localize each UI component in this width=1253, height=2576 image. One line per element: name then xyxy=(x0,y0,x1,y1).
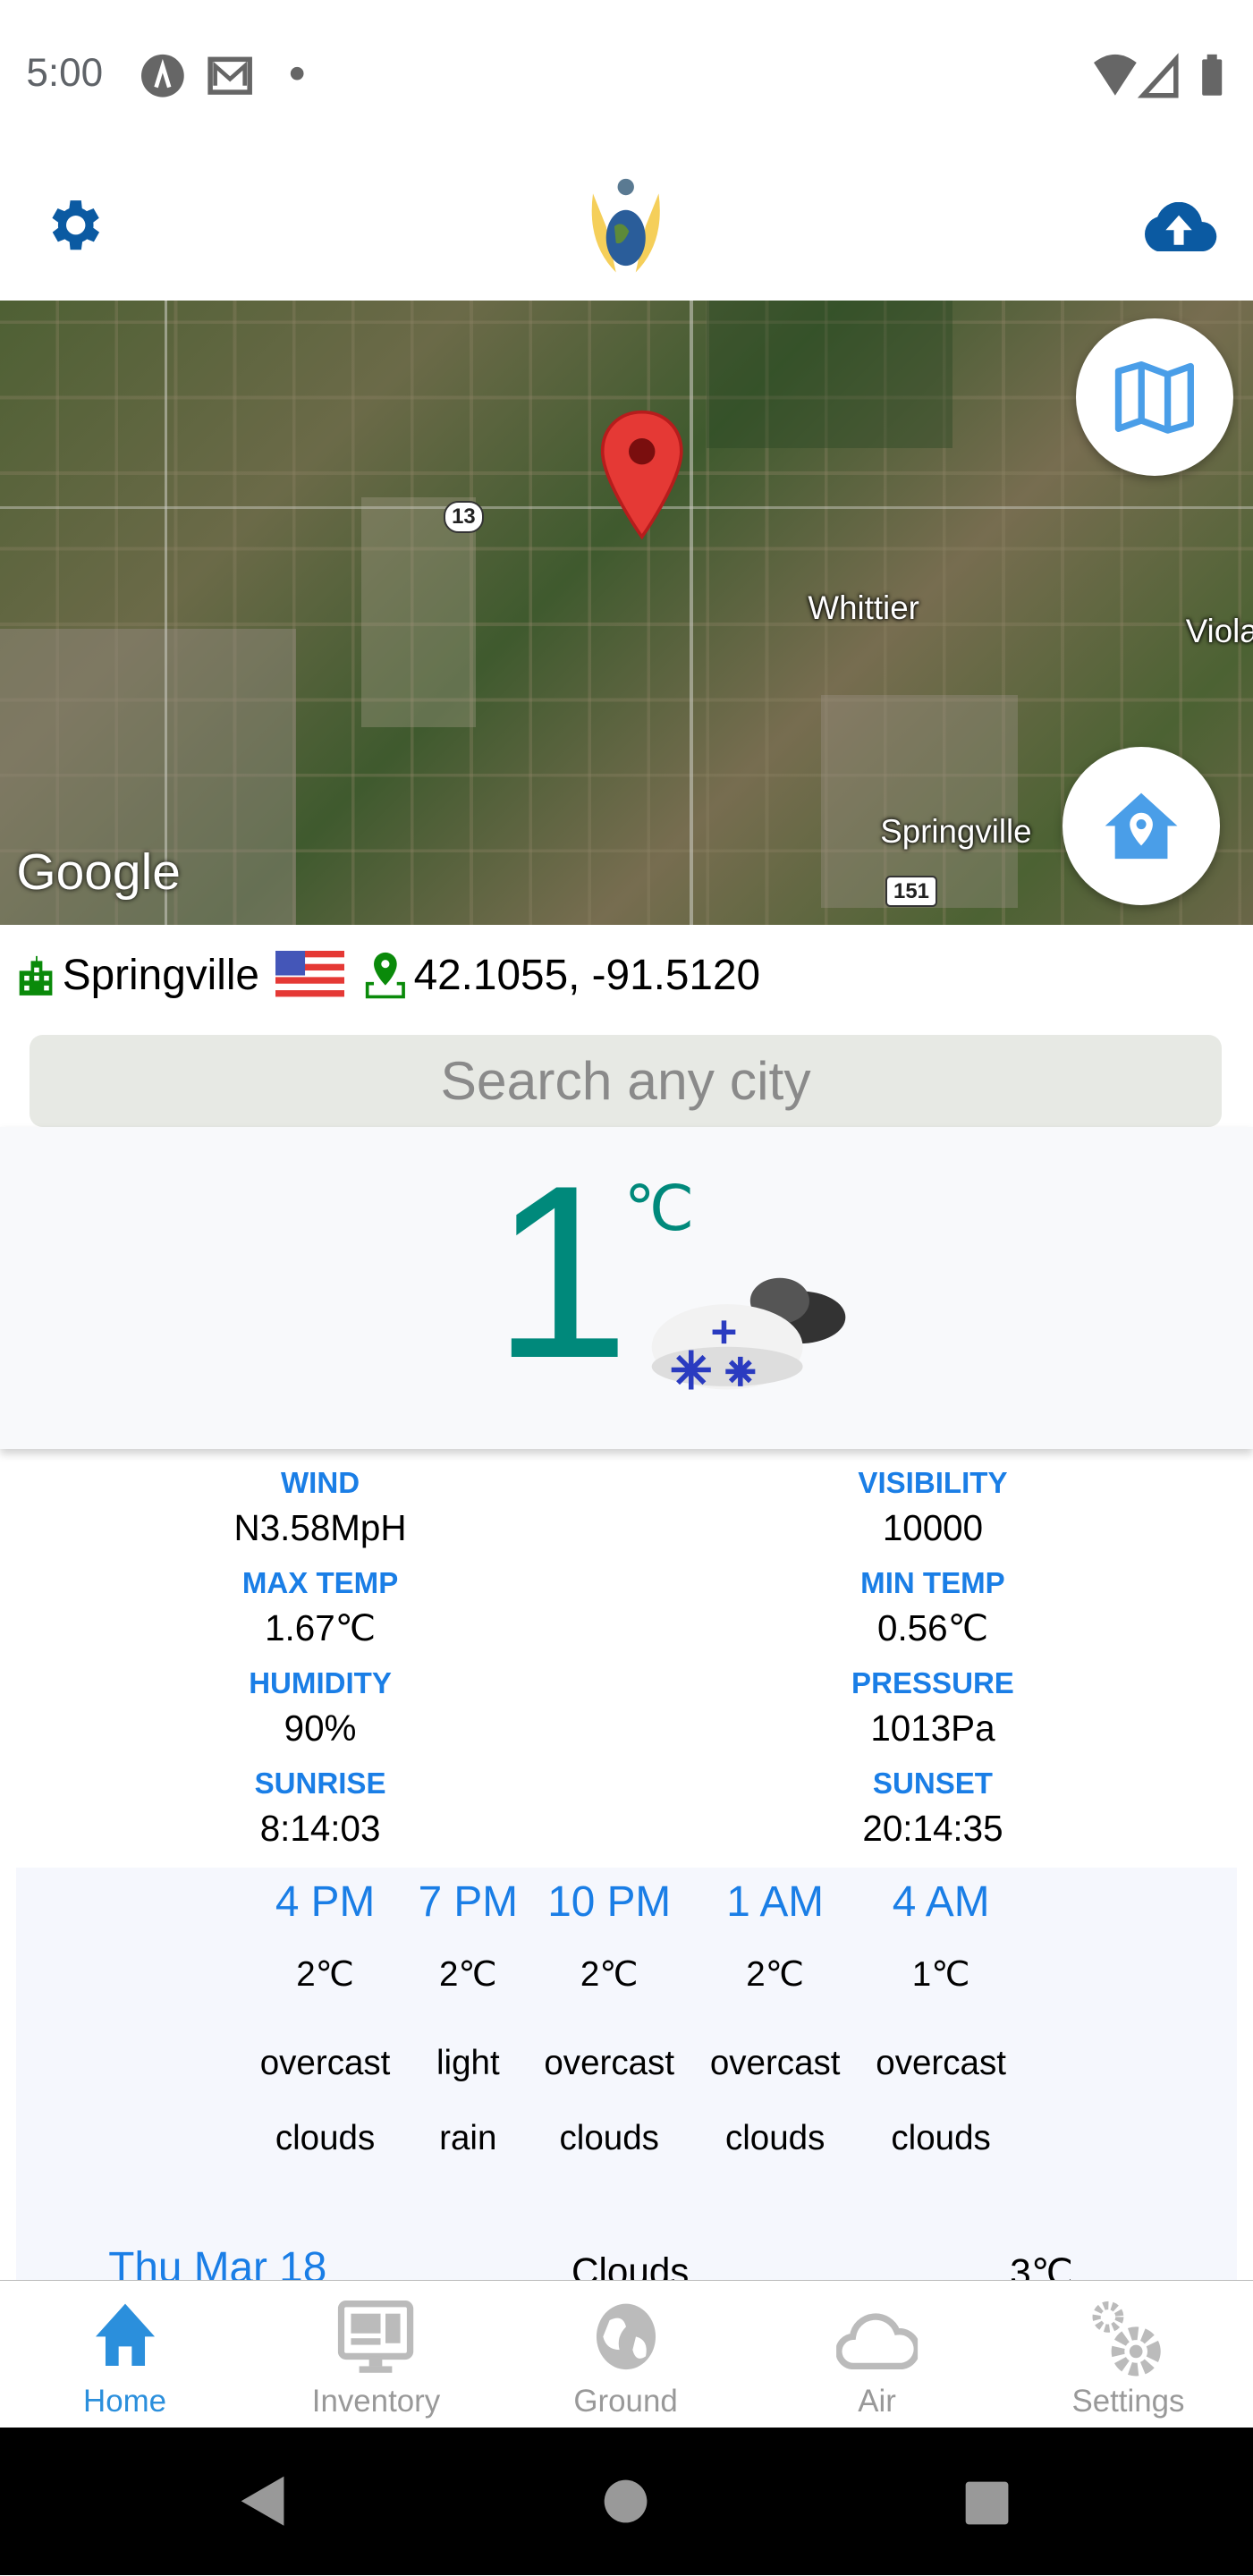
map-label-springville: Springville xyxy=(880,812,1032,850)
wifi-icon xyxy=(1093,54,1137,96)
search-placeholder: Search any city xyxy=(440,1050,811,1112)
notification-icons xyxy=(140,54,252,97)
map-pin-icon[interactable] xyxy=(599,409,684,540)
tab-inventory[interactable]: Inventory xyxy=(251,2281,501,2428)
home-location-icon xyxy=(1105,792,1178,860)
detail-wind: WIND N3.58MpH xyxy=(233,1466,407,1549)
map-label-viola: Viola xyxy=(1185,612,1253,649)
cloud-icon xyxy=(835,2313,919,2369)
my-location-button[interactable] xyxy=(1063,747,1221,905)
globe-icon xyxy=(596,2303,656,2369)
city-name: Springville xyxy=(62,952,259,1000)
road-shield-151: 151 xyxy=(885,875,938,908)
status-bar: 5:00 xyxy=(0,0,1253,148)
app-header xyxy=(0,148,1253,301)
snow-cloud-icon xyxy=(651,1277,846,1390)
system-nav-bar xyxy=(0,2427,1253,2576)
cloud-upload-icon[interactable] xyxy=(1139,201,1218,251)
status-time: 5:00 xyxy=(26,50,104,95)
battery-icon xyxy=(1202,59,1223,96)
home-icon xyxy=(95,2303,155,2367)
tab-home[interactable]: Home xyxy=(0,2281,250,2428)
detail-pressure: PRESSURE 1013Pa xyxy=(851,1666,1014,1750)
current-temperature: 1 xyxy=(492,1135,631,1411)
map-label-whittier: Whittier xyxy=(808,589,919,627)
map-icon xyxy=(1114,360,1194,434)
hourly-item: 7 PM 2℃ light rain xyxy=(418,1877,519,2158)
gears-icon xyxy=(1092,2301,1162,2377)
tab-air[interactable]: Air xyxy=(752,2281,1002,2428)
tab-settings[interactable]: Settings xyxy=(1003,2281,1253,2428)
city-icon xyxy=(20,955,53,996)
monitor-icon xyxy=(338,2300,414,2373)
temperature-unit: ℃ xyxy=(623,1174,695,1244)
detail-min-temp: MIN TEMP 0.56℃ xyxy=(860,1566,1005,1649)
location-pin-icon xyxy=(366,952,406,999)
hourly-item: 1 AM 2℃ overcast clouds xyxy=(709,1877,841,2158)
map-view[interactable]: 13 Whittier Viola Springville 151 Google xyxy=(0,301,1253,925)
city-search-input[interactable]: Search any city xyxy=(30,1034,1223,1127)
us-flag-icon xyxy=(275,951,345,997)
map-type-button[interactable] xyxy=(1075,318,1233,477)
detail-max-temp: MAX TEMP 1.67℃ xyxy=(241,1566,399,1649)
tab-ground[interactable]: Ground xyxy=(501,2281,750,2428)
google-attribution: Google xyxy=(16,843,181,901)
detail-sunrise: SUNRISE 8:14:03 xyxy=(254,1767,386,1850)
bottom-tab-bar: Home Inventory Ground Air Settings xyxy=(0,2279,1253,2428)
home-nav-icon[interactable] xyxy=(601,2477,650,2526)
signal-icon xyxy=(1137,52,1179,98)
app-logo xyxy=(591,179,660,273)
back-icon[interactable] xyxy=(238,2473,287,2529)
coordinates: 42.1055, -91.5120 xyxy=(413,952,761,1000)
road-shield-13: 13 xyxy=(443,501,484,533)
gear-icon[interactable] xyxy=(43,192,108,258)
hourly-item: 4 PM 2℃ overcast clouds xyxy=(259,1877,391,2158)
recents-icon[interactable] xyxy=(962,2479,1012,2528)
detail-visibility: VISIBILITY 10000 xyxy=(858,1466,1008,1549)
system-icons xyxy=(1093,52,1223,98)
detail-sunset: SUNSET 20:14:35 xyxy=(862,1767,1003,1850)
location-row: Springville 42.1055, -91.5120 xyxy=(16,946,760,1005)
hourly-item: 10 PM 2℃ overcast clouds xyxy=(544,1877,675,2158)
hourly-item: 4 AM 1℃ overcast clouds xyxy=(876,1877,1006,2158)
hourly-forecast[interactable]: 4 PM 2℃ overcast clouds 7 PM 2℃ light rain 10 … xyxy=(16,1867,1237,2295)
app-screen: 5:00 13 Whittier Viola Springville 151 G… xyxy=(0,0,1253,2576)
dot-icon xyxy=(290,67,304,80)
detail-humidity: HUMIDITY 90% xyxy=(249,1666,392,1750)
